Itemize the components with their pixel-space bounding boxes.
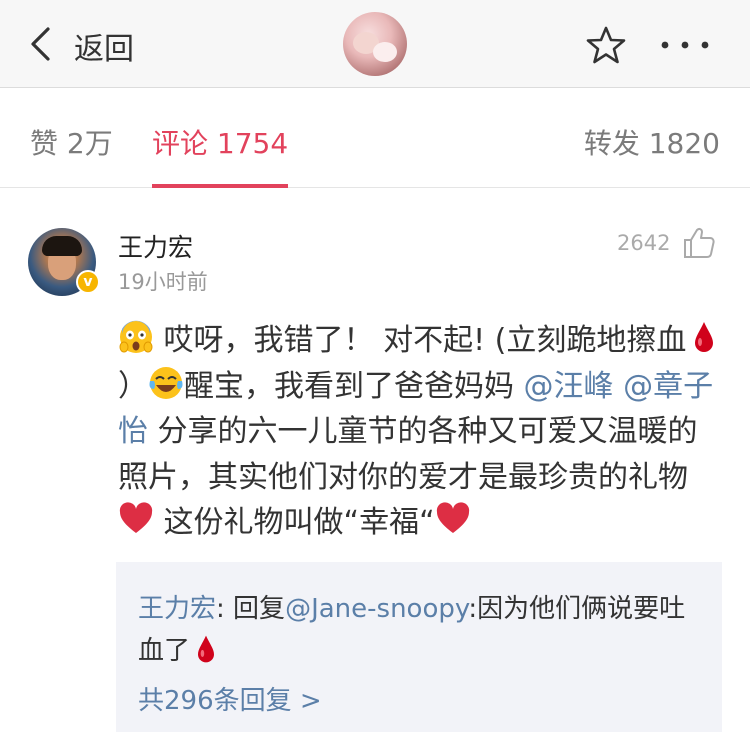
blood-drop-emoji-icon [198, 635, 215, 663]
interaction-tabs: 赞 2万 评论 1754 转发 1820 [0, 88, 750, 188]
post-author-avatar[interactable] [343, 12, 407, 76]
reply-preview-box[interactable]: 王力宏: 回复@Jane-snoopy:因为他们俩说要吐血了 共296条回复 > [116, 562, 722, 732]
view-all-replies-link[interactable]: 共296条回复 > [138, 680, 322, 717]
blood-drop-emoji-icon [695, 322, 714, 352]
comment-text-5: 这份礼物叫做“幸福“ [154, 505, 435, 540]
comment-timestamp: 19小时前 [118, 270, 208, 294]
tab-reposts[interactable]: 转发 1820 [584, 122, 720, 162]
reply-separator: : [216, 594, 234, 624]
comment-text-3: 醒宝，我看到了爸爸妈妈 [184, 368, 524, 404]
reply-prefix: 回复 [233, 594, 286, 624]
tab-likes[interactable]: 赞 2万 [30, 122, 113, 162]
comment-body: 哎呀，我错了！ 对不起! (立刻跪地擦血 ） 醒宝，我看到了爸爸妈妈 @汪峰 @… [118, 318, 723, 546]
mention-link[interactable]: @汪峰 [524, 369, 614, 404]
comment-text-1: 哎呀，我错了！ 对不起! (立刻跪地擦血 [163, 323, 687, 358]
back-button[interactable]: 返回 [74, 24, 134, 68]
verified-badge-icon: v [76, 270, 100, 294]
tab-comments[interactable]: 评论 1754 [152, 122, 288, 162]
comment-username[interactable]: 王力宏 [118, 228, 193, 264]
reply-preview-text: 王力宏: 回复@Jane-snoopy:因为他们俩说要吐血了 [138, 588, 708, 672]
red-heart-emoji-icon [119, 502, 153, 533]
red-heart-emoji-icon [436, 502, 469, 533]
scream-emoji-icon [119, 320, 153, 353]
comment-text-2: ） [118, 368, 148, 404]
reply-author-link[interactable]: 王力宏 [138, 594, 216, 624]
comment-like-count[interactable]: 2642 [617, 231, 670, 255]
reply-mention-link[interactable]: @Jane-snoopy [285, 594, 468, 624]
star-icon[interactable] [586, 25, 626, 65]
more-dots-icon[interactable] [660, 40, 710, 50]
laughing-crying-emoji-icon [149, 366, 183, 399]
chevron-left-icon[interactable] [28, 26, 52, 62]
active-tab-indicator [152, 184, 288, 188]
thumbs-up-icon[interactable] [682, 226, 716, 260]
comment-text-4: 分享的六一儿童节的各种又可爱又温暖的照片，其实他们对你的爱才是最珍贵的礼物 [118, 414, 698, 495]
top-nav-bar: 返回 [0, 0, 750, 88]
